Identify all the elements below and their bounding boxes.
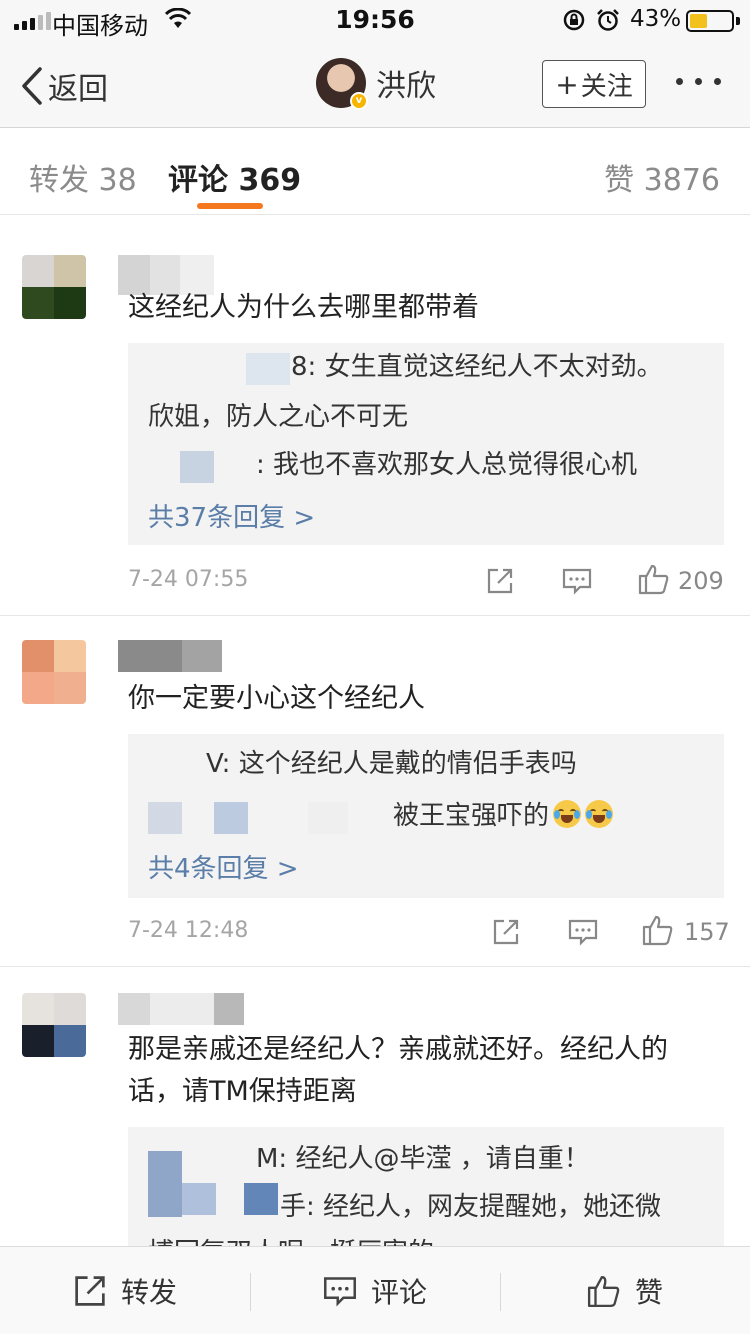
share-icon[interactable] — [492, 918, 520, 950]
reply-box[interactable]: 8: 女生直觉这经纪人不太对劲。 欣姐，防人之心不可无 : 我也不喜欢那女人总觉… — [128, 343, 724, 545]
verified-badge-icon: v — [350, 92, 368, 110]
like-icon — [587, 1276, 620, 1308]
avatar[interactable] — [22, 640, 86, 704]
alarm-icon — [596, 8, 620, 36]
redacted-username — [148, 1151, 182, 1217]
comment-button[interactable]: 评论 — [250, 1247, 500, 1334]
reply-text: 手: 经纪人，网友提醒她，她还微 — [280, 1192, 662, 1222]
comment-text: 你一定要小心这个经纪人 — [128, 683, 425, 714]
reply-text: : 我也不喜欢那女人总觉得很心机 — [256, 450, 638, 480]
laugh-cry-emoji-icon — [553, 800, 582, 828]
follow-label: 关注 — [580, 71, 633, 102]
rotation-lock-icon — [562, 8, 586, 36]
repost-label: 转发 — [120, 1276, 177, 1309]
follow-button[interactable]: + 关注 — [542, 60, 646, 108]
share-icon — [75, 1276, 105, 1306]
reply-icon[interactable] — [568, 918, 598, 950]
nav-bar: 返回 v 洪欣 + 关注 — [0, 40, 750, 128]
chevron-left-icon — [22, 67, 42, 105]
redacted-username — [180, 451, 214, 483]
back-button[interactable]: 返回 — [20, 64, 108, 108]
redacted-username — [244, 1183, 278, 1215]
like-icon[interactable] — [638, 563, 670, 599]
plus-icon: + — [555, 67, 579, 101]
comment-item: 这经纪人为什么去哪里都带着 8: 女生直觉这经纪人不太对劲。 欣姐，防人之心不可… — [0, 215, 750, 615]
redacted-username — [246, 353, 290, 385]
tab-bar: 转发 38 评论 369 赞 3876 — [0, 129, 750, 215]
more-replies-link[interactable]: 共37条回复 > — [148, 497, 315, 534]
comment-item: 那是亲戚还是经纪人？亲戚就还好。经纪人的话，请TM保持距离 M: 经纪人@毕滢 … — [0, 967, 750, 1246]
comment-icon — [324, 1277, 356, 1307]
battery-tip — [736, 17, 740, 25]
comment-label: 评论 — [370, 1276, 427, 1309]
comment-text: 那是亲戚还是经纪人？亲戚就还好。经纪人的话，请TM保持距离 — [128, 1034, 668, 1107]
back-label: 返回 — [48, 72, 108, 107]
share-icon[interactable] — [486, 567, 514, 599]
page-title: 洪欣 — [376, 69, 436, 104]
reply-text: 被王宝强吓的 — [393, 796, 614, 836]
avatar[interactable]: v — [316, 58, 368, 110]
comment-item: 你一定要小心这个经纪人 V: 这个经纪人是戴的情侣手表吗 被王宝强吓的 共4条回… — [0, 616, 750, 966]
comment-text: 这经纪人为什么去哪里都带着 — [128, 292, 479, 323]
status-bar: 中国移动 19:56 43% — [0, 0, 750, 40]
like-icon[interactable] — [642, 914, 674, 950]
username-redacted[interactable] — [118, 993, 244, 1025]
reply-box[interactable]: V: 这个经纪人是戴的情侣手表吗 被王宝强吓的 共4条回复 > — [128, 734, 724, 898]
reply-text: M: 经纪人@毕滢 ，请自重！ — [256, 1144, 590, 1174]
like-label: 赞 — [634, 1276, 663, 1309]
username-redacted[interactable] — [118, 640, 222, 672]
redacted-username — [308, 802, 348, 834]
avatar[interactable] — [22, 993, 86, 1057]
like-count: 209 — [678, 567, 724, 595]
reply-icon[interactable] — [562, 567, 592, 599]
comment-time: 7-24 07:55 — [128, 567, 249, 592]
battery-level-fill — [690, 14, 708, 28]
reply-text: V: 这个经纪人是戴的情侣手表吗 — [206, 749, 577, 779]
reply-text: 博回复双人呢，挺厉害的 — [148, 1233, 434, 1246]
redacted-username — [148, 802, 182, 834]
laugh-cry-emoji-icon — [585, 800, 614, 828]
like-count: 157 — [684, 918, 730, 946]
avatar[interactable] — [22, 255, 86, 319]
comment-time: 7-24 12:48 — [128, 918, 249, 943]
reply-text: 8: 女生直觉这经纪人不太对劲。 — [291, 352, 663, 382]
like-button[interactable]: 赞 — [500, 1247, 750, 1334]
profile-header[interactable]: v 洪欣 — [316, 58, 436, 110]
bottom-toolbar: 转发 评论 赞 — [0, 1246, 750, 1334]
repost-button[interactable]: 转发 — [0, 1247, 250, 1334]
tab-repost[interactable]: 转发 38 — [29, 155, 137, 199]
more-dots-icon[interactable] — [676, 78, 721, 85]
tab-like[interactable]: 赞 3876 — [604, 155, 720, 199]
reply-text: 欣姐，防人之心不可无 — [148, 402, 409, 432]
tab-comment[interactable]: 评论 369 — [168, 155, 301, 199]
battery-icon — [686, 10, 734, 32]
tab-active-indicator — [197, 203, 263, 209]
battery-percent: 43% — [630, 6, 682, 32]
more-replies-link[interactable]: 共4条回复 > — [148, 848, 299, 885]
redacted-username — [182, 1183, 216, 1215]
redacted-username — [214, 802, 248, 834]
reply-box[interactable]: M: 经纪人@毕滢 ，请自重！ 手: 经纪人，网友提醒她，她还微 博回复双人呢，… — [128, 1127, 724, 1246]
